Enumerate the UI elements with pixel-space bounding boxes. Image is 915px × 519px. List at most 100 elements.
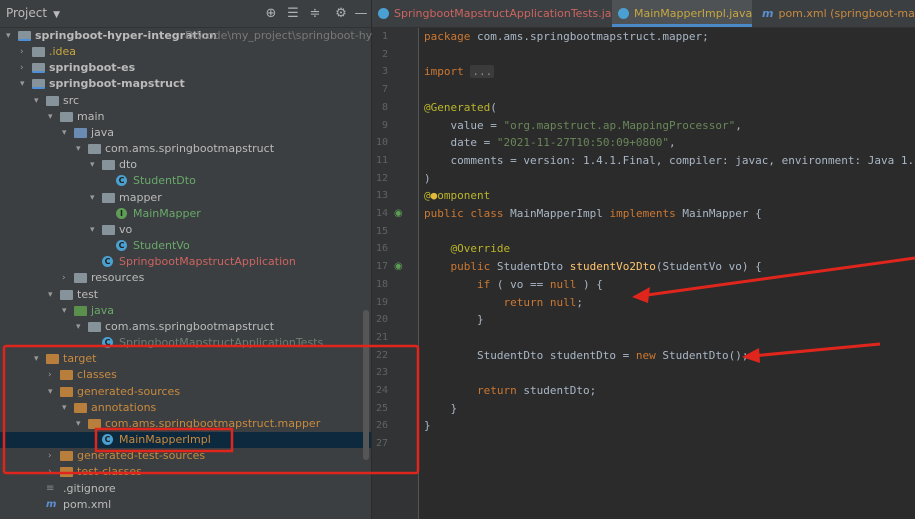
tree-item-java[interactable]: ▾ java (0, 125, 371, 141)
code-line[interactable]: comments = version: 1.4.1.Final, compile… (424, 152, 915, 170)
code-line[interactable]: ) (424, 170, 915, 188)
tree-item-test-classes[interactable]: › test-classes (0, 464, 371, 480)
code-line[interactable]: public class MainMapperImpl implements M… (424, 205, 915, 223)
chevron-down-icon[interactable]: ▾ (90, 190, 100, 206)
code-line[interactable]: } (424, 400, 915, 418)
code-line[interactable]: public StudentDto studentVo2Dto(StudentV… (424, 258, 915, 276)
code-line[interactable]: } (424, 417, 915, 435)
chevron-down-icon[interactable]: ▾ (48, 287, 58, 303)
tree-item-app-tests[interactable]: C SpringbootMapstructApplicationTests (0, 335, 371, 351)
locate-icon[interactable]: ⊕ (263, 6, 279, 21)
tree-item-label: .gitignore (63, 482, 116, 495)
gear-icon[interactable]: ⚙ (333, 6, 349, 21)
tree-item-label: com.ams.springbootmapstruct (105, 142, 275, 155)
tree-item-pkg[interactable]: ▾ com.ams.springbootmapstruct (0, 141, 371, 157)
tree-item-test[interactable]: ▾ test (0, 287, 371, 303)
tree-item-classes[interactable]: › classes (0, 367, 371, 383)
hide-icon[interactable]: — (353, 6, 369, 21)
tree-item-annotations[interactable]: ▾ annotations (0, 400, 371, 416)
tree-item-label: test (77, 288, 99, 301)
code-line[interactable]: date = "2021-11-27T10:50:09+0800", (424, 134, 915, 152)
tree-item-mainmapperimpl[interactable]: C MainMapperImpl (0, 432, 371, 448)
chevron-down-icon[interactable]: ▾ (76, 319, 86, 335)
code-line[interactable]: StudentDto studentDto = new StudentDto()… (424, 347, 915, 365)
folder-icon (60, 387, 73, 397)
tree-item-label: MainMapper (133, 207, 201, 220)
chevron-right-icon[interactable]: › (48, 464, 58, 480)
tab-springboot-mapstruct-application-tests[interactable]: SpringbootMapstructApplicationTests.java (372, 0, 625, 27)
code-line[interactable]: @Override (424, 240, 915, 258)
tree-item-test-pkg[interactable]: ▾ com.ams.springbootmapstruct (0, 319, 371, 335)
tree-item-label: generated-sources (77, 385, 181, 398)
tree-item-gen-test-sources[interactable]: › generated-test-sources (0, 448, 371, 464)
chevron-down-icon[interactable]: ▾ (76, 416, 86, 432)
chevron-down-icon[interactable]: ▾ (62, 303, 72, 319)
code-line[interactable]: if ( vo == null ) { (424, 276, 915, 294)
tree-item-gen-pkg[interactable]: ▾ com.ams.springbootmapstruct.mapper (0, 416, 371, 432)
line-number: 24 (375, 385, 388, 396)
project-view-selector[interactable]: Project ▼ (6, 6, 60, 20)
expand-all-icon[interactable]: ☰ (285, 6, 301, 21)
tree-item-dto[interactable]: ▾ dto (0, 157, 371, 173)
chevron-right-icon[interactable]: › (48, 448, 58, 464)
tree-item-root[interactable]: ▾ springboot-hyper-integration D:\code\my_… (0, 28, 404, 44)
chevron-down-icon[interactable]: ▾ (6, 28, 16, 44)
folder-icon (74, 273, 87, 283)
implements-gutter-icon[interactable]: ◉ (394, 205, 403, 223)
code-line[interactable]: return studentDto; (424, 382, 915, 400)
tree-item-test-java[interactable]: ▾ java (0, 303, 371, 319)
code-line[interactable]: @Generated( (424, 99, 915, 117)
chevron-down-icon[interactable]: ▾ (90, 222, 100, 238)
chevron-down-icon[interactable]: ▾ (62, 125, 72, 141)
line-number: 9 (381, 119, 388, 131)
tree-item-gen-sources[interactable]: ▾ generated-sources (0, 384, 371, 400)
chevron-right-icon[interactable]: › (20, 60, 30, 76)
chevron-down-icon[interactable]: ▾ (62, 400, 72, 416)
tree-item-mapper[interactable]: ▾ mapper (0, 190, 371, 206)
code-line-component[interactable]: @●omponent (424, 187, 915, 205)
tree-item-label: pom.xml (63, 498, 112, 511)
tree-item-studentvo[interactable]: C StudentVo (0, 238, 371, 254)
tree-item-gitignore[interactable]: ≡ .gitignore (0, 481, 371, 497)
line-number: 14 (375, 208, 388, 219)
tree-item-main[interactable]: ▾ main (0, 109, 371, 125)
tree-item-app[interactable]: C SpringbootMapstructApplication (0, 254, 371, 270)
tree-item-mainmapper[interactable]: I MainMapper (0, 206, 371, 222)
tree-item-label: SpringbootMapstructApplication (119, 255, 296, 268)
tab-pom-xml[interactable]: m pom.xml (springboot-mapstr (756, 0, 915, 27)
tree-item-src[interactable]: ▾ src (0, 93, 371, 109)
chevron-down-icon[interactable]: ▾ (48, 109, 58, 125)
override-gutter-icon[interactable]: ◉ (394, 258, 403, 276)
tree-item-es[interactable]: › springboot-es (0, 60, 371, 76)
tree-item-resources[interactable]: › resources (0, 270, 371, 286)
tree-item-pom[interactable]: m pom.xml (0, 497, 371, 513)
code-line[interactable]: return null; (424, 294, 915, 312)
code-line[interactable]: } (424, 311, 915, 329)
collapse-all-icon[interactable]: ≑ (307, 6, 323, 21)
tree-item-label: generated-test-sources (77, 449, 206, 462)
chevron-down-icon[interactable]: ▾ (76, 141, 86, 157)
tree-item-idea[interactable]: › .idea (0, 44, 371, 60)
code-editor[interactable]: 1 2 3 7 8 9 10 11 12 13 14 15 16 17 18 19 20 21 22 23 24 25 26… (372, 28, 915, 519)
chevron-down-icon[interactable]: ▾ (20, 76, 30, 92)
folder-icon (46, 354, 59, 364)
tree-item-studentdto[interactable]: C StudentDto (0, 173, 371, 189)
text-file-icon: ≡ (46, 483, 55, 494)
line-number: 16 (375, 243, 388, 255)
chevron-down-icon[interactable]: ▾ (48, 384, 58, 400)
code-line[interactable]: value = "org.mapstruct.ap.MappingProcess… (424, 117, 915, 135)
chevron-right-icon[interactable]: › (48, 367, 58, 383)
chevron-down-icon[interactable]: ▾ (90, 157, 100, 173)
tree-item-target[interactable]: ▾ target (0, 351, 371, 367)
class-icon: C (116, 175, 127, 186)
tree-item-mapstruct[interactable]: ▾ springboot-mapstruct (0, 76, 371, 92)
chevron-down-icon[interactable]: ▾ (34, 93, 44, 109)
tab-main-mapper-impl[interactable]: MainMapperImpl.java (612, 0, 752, 27)
tree-scrollbar[interactable] (363, 310, 369, 460)
code-line[interactable]: package com.ams.springbootmapstruct.mapp… (424, 28, 915, 46)
chevron-down-icon[interactable]: ▾ (34, 351, 44, 367)
chevron-right-icon[interactable]: › (20, 44, 30, 60)
tree-item-vo[interactable]: ▾ vo (0, 222, 371, 238)
chevron-right-icon[interactable]: › (62, 270, 72, 286)
code-line[interactable]: import ... (424, 63, 915, 81)
